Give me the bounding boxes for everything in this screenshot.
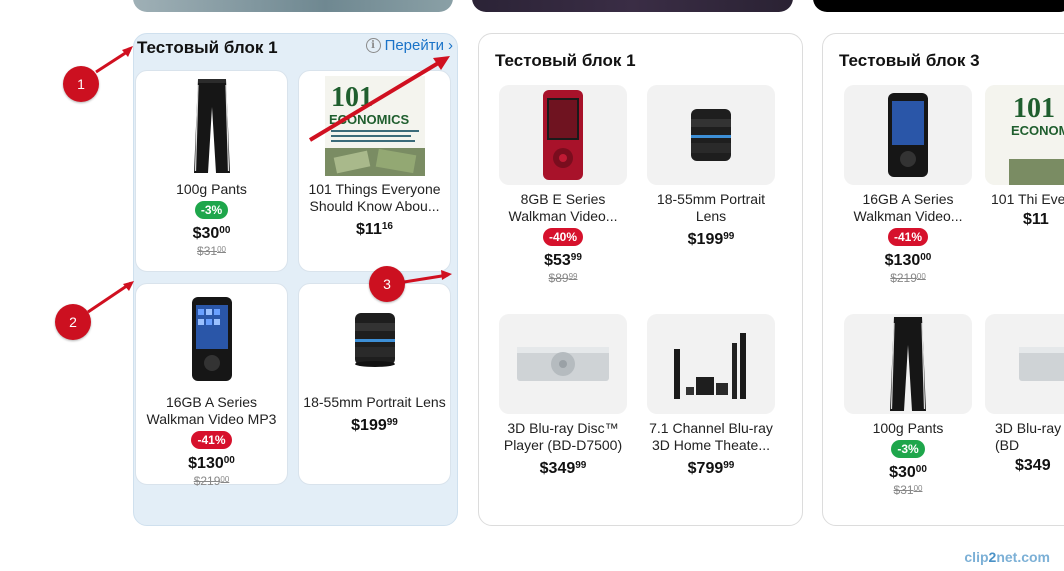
page: Тестовый блок 1 i Перейти › 100g Pants -… (0, 0, 1064, 571)
annotation-marker-3: 3 (369, 266, 405, 302)
watermark: clip2net.com (964, 549, 1050, 565)
annotation-marker-1: 1 (63, 66, 99, 102)
annotation-arrow (403, 273, 449, 284)
annotation-marker-2: 2 (55, 304, 91, 340)
annotation-arrow (87, 281, 132, 314)
annotation-arrow (308, 60, 442, 142)
annotation-arrows (87, 46, 452, 314)
